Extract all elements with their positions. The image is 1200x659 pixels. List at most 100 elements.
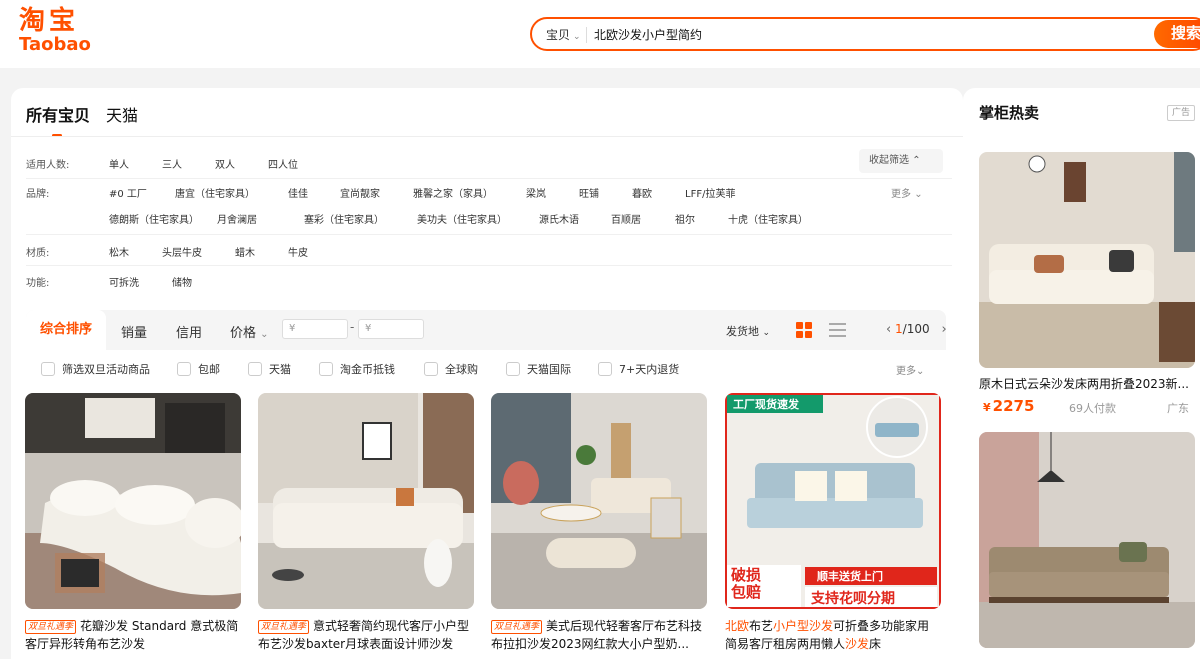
filter-option[interactable]: 双人	[215, 156, 235, 171]
filter-option[interactable]: 百顺居	[611, 211, 641, 226]
sidebar-product-location: 广东	[1167, 402, 1189, 415]
quick-filter-label: 淘金币抵钱	[340, 363, 395, 376]
filter-option[interactable]: 梁岚	[526, 185, 546, 200]
search-input[interactable]	[594, 22, 1134, 46]
prev-page-icon[interactable]: ‹	[886, 322, 891, 337]
filter-option[interactable]: 祖尔	[675, 211, 695, 226]
product-title[interactable]: 双旦礼遇季 花瓣沙发 Standard 意式极简客厅异形转角布艺沙发	[25, 617, 241, 653]
filter-option[interactable]: 唐宜（住宅家具）	[175, 185, 255, 200]
logo-en-text: Taobao	[19, 34, 91, 55]
product-image[interactable]: 工厂现货速发 破损 包赔 顺丰送货上门 支持花呗分期	[725, 393, 941, 609]
quick-filter-more-label: 更多	[896, 366, 916, 377]
filter-option[interactable]: 旺铺	[579, 185, 599, 200]
product-card[interactable]: 双旦礼遇季 花瓣沙发 Standard 意式极简客厅异形转角布艺沙发	[25, 393, 241, 653]
price-max-input[interactable]: ¥	[358, 319, 424, 339]
quick-filter-checkbox[interactable]: 天猫国际	[506, 361, 571, 377]
filter-option[interactable]: 牛皮	[288, 244, 308, 259]
filter-option[interactable]: 松木	[109, 244, 129, 259]
product-title[interactable]: 双旦礼遇季 美式后现代轻奢客厅布艺科技布拉扣沙发2023网红款大小户型奶...	[491, 617, 707, 653]
sidebar-product-image[interactable]	[979, 152, 1195, 368]
grid-view-icon[interactable]	[796, 322, 812, 338]
filter-divider	[26, 178, 952, 179]
checkbox-icon	[424, 362, 438, 376]
next-page-icon[interactable]: ›	[941, 322, 946, 337]
taobao-logo[interactable]: 淘宝 Taobao	[19, 8, 91, 54]
quick-filter-row: 筛选双旦活动商品 包邮 天猫 淘金币抵钱 全球购 天猫国际 7+天内退货 更多⌄	[26, 350, 946, 386]
tab-divider	[11, 136, 963, 137]
filter-option[interactable]: 储物	[172, 274, 192, 289]
sort-credit[interactable]: 信用	[176, 322, 202, 341]
quick-filter-checkbox[interactable]: 包邮	[177, 361, 220, 377]
checkbox-icon	[248, 362, 262, 376]
filter-option[interactable]: LFF/拉芙菲	[685, 185, 735, 200]
quick-filter-more[interactable]: 更多⌄	[896, 362, 924, 377]
search-divider	[586, 27, 587, 43]
filter-label-material: 材质:	[26, 248, 50, 259]
product-title[interactable]: 北欧布艺小户型沙发可折叠多功能家用简易客厅租房两用懒人沙发床	[725, 617, 941, 653]
banner-left-line1: 破损	[731, 566, 762, 584]
filter-option[interactable]: 宜尚靓家	[340, 185, 380, 200]
sofa-photo-side-1	[979, 152, 1195, 368]
filter-label-brand: 品牌:	[26, 189, 50, 200]
collapse-filters-label: 收起筛选	[869, 155, 909, 166]
quick-filter-checkbox[interactable]: 7+天内退货	[598, 361, 679, 377]
filter-option[interactable]: 单人	[109, 156, 129, 171]
filter-option[interactable]: 十虎（住宅家具）	[728, 211, 808, 226]
filter-option[interactable]: 月舍澜居	[217, 211, 257, 226]
sort-comprehensive[interactable]: 综合排序	[26, 310, 106, 350]
quick-filter-checkbox[interactable]: 筛选双旦活动商品	[41, 361, 150, 377]
filter-divider	[26, 265, 952, 266]
checkbox-icon	[319, 362, 333, 376]
product-image[interactable]	[258, 393, 474, 609]
product-title[interactable]: 双旦礼遇季 意式轻奢简约现代客厅小户型布艺沙发baxter月球表面设计师沙发	[258, 617, 474, 653]
chevron-down-icon: ⌄	[916, 366, 925, 377]
filter-option[interactable]: 德朗斯（住宅家具）	[109, 211, 199, 226]
filter-option[interactable]: 源氏木语	[539, 211, 579, 226]
product-image[interactable]	[25, 393, 241, 609]
product-card[interactable]: 工厂现货速发 破损 包赔 顺丰送货上门 支持花呗分期 北欧布艺小户型沙发可折叠多功…	[725, 393, 941, 653]
quick-filter-checkbox[interactable]: 天猫	[248, 361, 291, 377]
filter-option[interactable]: 塞彩（住宅家具）	[304, 211, 384, 226]
filter-option[interactable]: 蜡木	[235, 244, 255, 259]
filter-option[interactable]: 暮欧	[632, 185, 652, 200]
brand-more-button[interactable]: 更多 ⌄	[891, 185, 923, 200]
sort-sales[interactable]: 销量	[121, 322, 147, 341]
checkbox-icon	[177, 362, 191, 376]
product-image[interactable]	[491, 393, 707, 609]
filter-option[interactable]: 美功夫（住宅家具）	[417, 211, 507, 226]
ad-badge: 广告	[1167, 105, 1195, 121]
quick-filter-checkbox[interactable]: 淘金币抵钱	[319, 361, 395, 377]
sort-price[interactable]: 价格 ⌄	[230, 322, 269, 341]
search-button[interactable]: 搜索	[1154, 20, 1200, 48]
top-header: 淘宝 Taobao 宝贝⌄ 搜索	[0, 0, 1200, 68]
product-card[interactable]: 双旦礼遇季 意式轻奢简约现代客厅小户型布艺沙发baxter月球表面设计师沙发	[258, 393, 474, 653]
sidebar-product-image[interactable]	[979, 432, 1195, 648]
sidebar-product-name[interactable]: 原木日式云朵沙发床两用折叠2023新...	[979, 375, 1195, 392]
quick-filter-checkbox[interactable]: 全球购	[424, 361, 478, 377]
sidebar-product-price: ¥2275	[983, 397, 1034, 415]
tab-tmall[interactable]: 天猫	[106, 102, 138, 126]
price-min-input[interactable]: ¥	[282, 319, 348, 339]
sort-bar: 综合排序 销量 信用 价格 ⌄ ¥ - ¥ 发货地 ⌄ ‹ 1/100 ›	[26, 310, 947, 350]
filter-option[interactable]: 雅馨之家（家具）	[413, 185, 493, 200]
chevron-down-icon: ⌄	[914, 189, 923, 200]
filter-option[interactable]: 四人位	[268, 156, 298, 171]
promo-tag: 双旦礼遇季	[25, 620, 77, 634]
collapse-filters-button[interactable]: 收起筛选 ⌃	[859, 149, 943, 173]
ship-from-dropdown[interactable]: 发货地 ⌄	[726, 323, 770, 339]
quick-filter-label: 全球购	[445, 363, 478, 376]
price-range-dash: -	[350, 320, 355, 334]
filter-option[interactable]: 头层牛皮	[162, 244, 202, 259]
filter-option[interactable]: 三人	[162, 156, 182, 171]
filter-option[interactable]: 佳佳	[288, 185, 308, 200]
checkbox-icon	[41, 362, 55, 376]
search-type-dropdown[interactable]: 宝贝 ⌄	[546, 26, 581, 43]
price-value: 2275	[992, 397, 1035, 415]
filter-option[interactable]: 可拆洗	[109, 274, 139, 289]
tab-all-items[interactable]: 所有宝贝	[26, 102, 90, 126]
list-view-icon[interactable]	[829, 323, 846, 337]
search-type-label: 宝贝	[546, 28, 571, 42]
product-card[interactable]: 双旦礼遇季 美式后现代轻奢客厅布艺科技布拉扣沙发2023网红款大小户型奶...	[491, 393, 707, 653]
filter-option[interactable]: #0 工厂	[109, 185, 147, 200]
brand-more-label: 更多	[891, 189, 911, 200]
